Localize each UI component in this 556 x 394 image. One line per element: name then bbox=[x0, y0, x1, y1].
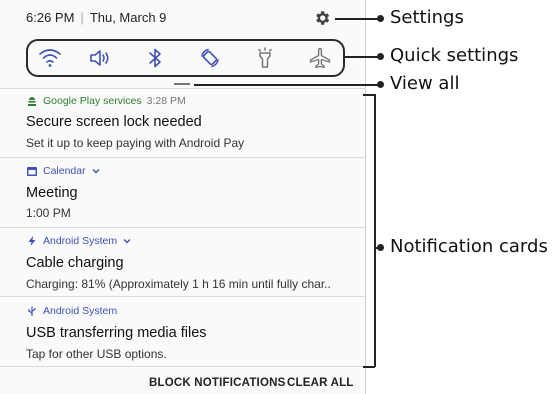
chevron-down-icon[interactable] bbox=[91, 166, 101, 176]
block-notifications-button[interactable]: BLOCK NOTIFICATIONS bbox=[149, 377, 285, 389]
app-name: Google Play services bbox=[43, 95, 142, 107]
callout-line bbox=[194, 84, 380, 86]
status-separator: | bbox=[80, 10, 84, 25]
callout-dot bbox=[377, 15, 384, 22]
notification-title: Meeting bbox=[26, 185, 78, 201]
notification-text: Set it up to keep paying with Android Pa… bbox=[26, 136, 245, 150]
wifi-icon[interactable] bbox=[38, 47, 62, 69]
app-name: Android System bbox=[43, 235, 118, 247]
callout-line bbox=[335, 18, 380, 20]
status-time-date: 6:26 PM | Thu, March 9 bbox=[26, 10, 166, 25]
notification-panel: 6:26 PM | Thu, March 9 Google Play servi… bbox=[0, 0, 366, 394]
notification-card[interactable]: Android System Cable charging Charging: … bbox=[0, 228, 365, 296]
chevron-down-icon[interactable] bbox=[122, 236, 132, 246]
callout-dot bbox=[377, 53, 384, 60]
callout-dot bbox=[377, 81, 384, 88]
usb-icon bbox=[28, 306, 36, 316]
notification-text: Charging: 81% (Approximately 1 h 16 min … bbox=[26, 277, 331, 291]
notification-card[interactable]: Android System USB transferring media fi… bbox=[0, 297, 365, 365]
android-pay-icon bbox=[28, 97, 36, 106]
gear-icon[interactable] bbox=[313, 9, 331, 27]
divider bbox=[0, 366, 365, 367]
airplane-mode-icon[interactable] bbox=[308, 47, 332, 69]
notification-text: Tap for other USB options. bbox=[26, 347, 167, 361]
auto-rotate-icon[interactable] bbox=[198, 47, 222, 69]
app-row: Google Play services 3:28 PM bbox=[26, 95, 186, 107]
calendar-icon bbox=[27, 167, 37, 176]
view-all-handle[interactable] bbox=[174, 83, 190, 85]
callout-view-all: View all bbox=[390, 73, 460, 94]
notification-card[interactable]: Google Play services 3:28 PM Secure scre… bbox=[0, 89, 365, 157]
callout-dot bbox=[377, 244, 384, 251]
app-row: Android System bbox=[26, 235, 132, 247]
notification-card[interactable]: Calendar Meeting 1:00 PM bbox=[0, 158, 365, 226]
bracket-bottom bbox=[363, 366, 375, 368]
callout-notification-cards: Notification cards bbox=[390, 236, 548, 257]
status-date: Thu, March 9 bbox=[89, 10, 167, 25]
notification-title: USB transferring media files bbox=[26, 325, 207, 341]
clear-all-button[interactable]: CLEAR ALL bbox=[287, 377, 354, 389]
callout-quick-settings: Quick settings bbox=[390, 45, 519, 66]
status-time: 6:26 PM bbox=[26, 10, 75, 25]
volume-icon[interactable] bbox=[88, 47, 112, 69]
notification-title: Cable charging bbox=[26, 255, 124, 271]
app-row: Android System bbox=[26, 305, 117, 317]
app-name: Calendar bbox=[43, 165, 86, 177]
flashlight-icon[interactable] bbox=[253, 47, 277, 69]
bluetooth-icon[interactable] bbox=[143, 47, 167, 69]
bolt-icon bbox=[28, 236, 36, 246]
callout-settings: Settings bbox=[390, 7, 464, 28]
notification-text: 1:00 PM bbox=[26, 206, 71, 220]
app-row: Calendar bbox=[26, 165, 101, 177]
bracket-vertical bbox=[374, 94, 376, 367]
status-bar: 6:26 PM | Thu, March 9 bbox=[0, 0, 365, 34]
notification-title: Secure screen lock needed bbox=[26, 114, 202, 130]
quick-settings-panel bbox=[26, 39, 345, 77]
notification-time: 3:28 PM bbox=[146, 95, 186, 107]
app-name: Android System bbox=[43, 305, 118, 317]
callout-line bbox=[343, 56, 380, 58]
